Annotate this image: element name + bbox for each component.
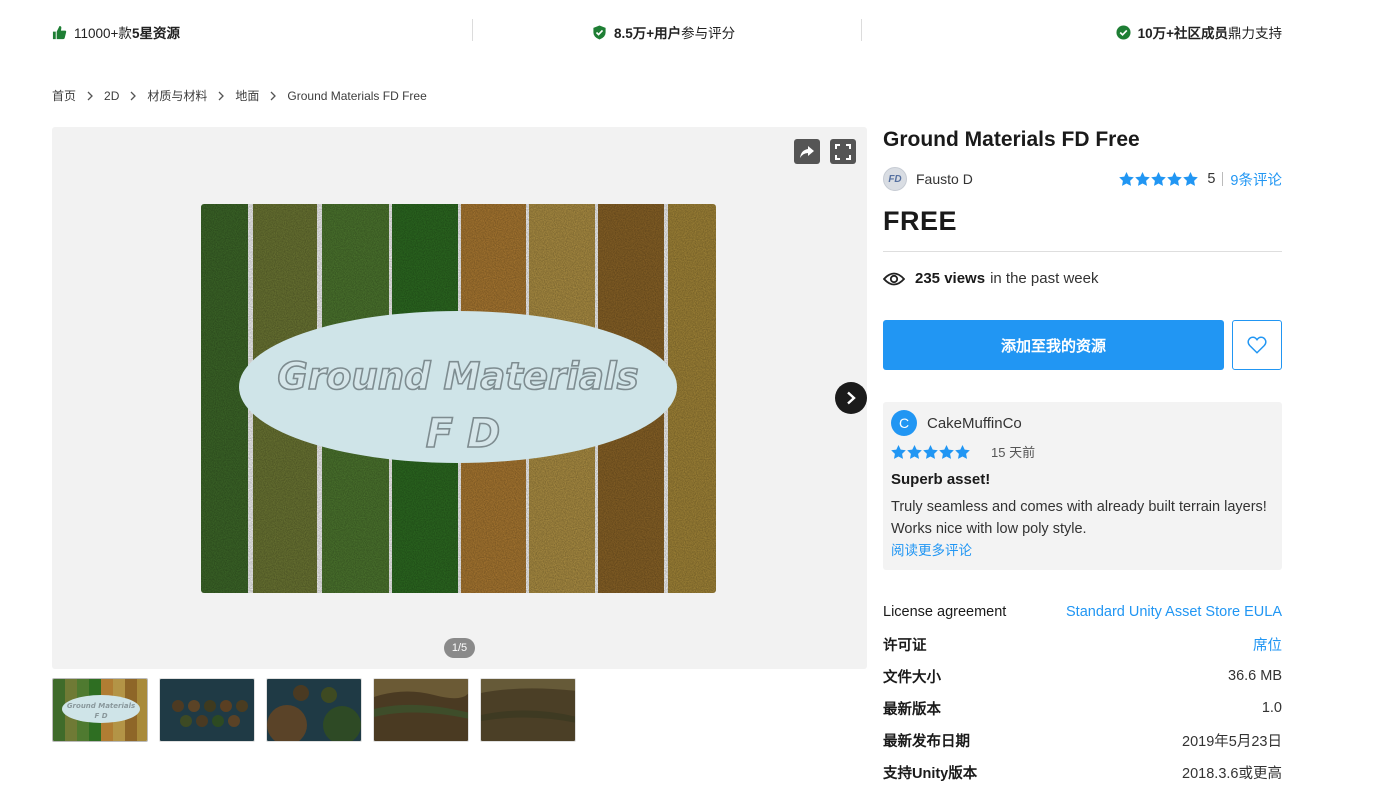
thumbnail-5[interactable]	[480, 678, 576, 742]
star-icon	[923, 444, 938, 459]
star-icon	[891, 444, 906, 459]
trust-item-assets: 11000+款 5星资源	[52, 21, 180, 43]
chevron-right-icon	[217, 91, 225, 101]
image-gallery: Ground Materials F D 1/5	[52, 127, 867, 669]
spec-value: 36.6 MB	[1228, 668, 1282, 684]
spec-row-file-size: 文件大小 36.6 MB	[883, 660, 1282, 692]
shield-check-icon	[592, 24, 607, 40]
star-icon	[1183, 172, 1199, 186]
chevron-right-icon	[847, 391, 856, 405]
hero-title-line1: Ground Materials	[277, 355, 638, 398]
thumbnail-2[interactable]	[159, 678, 255, 742]
breadcrumb-home[interactable]: 首页	[52, 87, 76, 104]
breadcrumb-current: Ground Materials FD Free	[287, 88, 427, 103]
spec-key: 最新版本	[883, 701, 941, 718]
publisher-name[interactable]: Fausto D	[916, 171, 973, 187]
license-seat-link[interactable]: 席位	[1253, 634, 1282, 655]
spec-value: 2018.3.6或更高	[1182, 765, 1282, 782]
spec-key: 支持Unity版本	[883, 765, 978, 782]
spec-key: 最新发布日期	[883, 733, 970, 750]
price: FREE	[883, 206, 958, 236]
breadcrumb-2d[interactable]: 2D	[104, 89, 119, 103]
eye-icon	[883, 272, 905, 285]
product-title: Ground Materials FD Free	[883, 128, 1140, 151]
star-icon	[1151, 172, 1167, 186]
spec-key: License agreement	[883, 604, 1007, 620]
star-icon	[907, 444, 922, 459]
thumbnail-1[interactable]: Ground Materials F D	[52, 678, 148, 742]
add-to-my-assets-button[interactable]: 添加至我的资源	[883, 320, 1224, 370]
spec-row-release-date: 最新发布日期 2019年5月23日	[883, 724, 1282, 756]
star-icon	[1119, 172, 1135, 186]
publisher-avatar[interactable]: FD	[883, 167, 907, 191]
publisher-row: FD Fausto D 5 9条评论	[883, 165, 1282, 193]
divider	[883, 251, 1282, 252]
spec-row-unity-version: 支持Unity版本 2018.3.6或更高	[883, 756, 1282, 788]
trust-bar: 11000+款 5星资源 8.5万+用户 参与评分 10万+社区成员 鼎力支持	[52, 0, 1282, 62]
review-body: Truly seamless and comes with already bu…	[891, 499, 1267, 537]
spec-value: 1.0	[1261, 700, 1282, 716]
review-card: C CakeMuffinCo 15 天前 Superb asset! Truly…	[883, 402, 1282, 570]
favorite-button[interactable]	[1232, 320, 1282, 370]
share-icon	[800, 145, 814, 158]
rating: 5 9条评论	[1119, 165, 1282, 193]
reviewer-name: CakeMuffinCo	[927, 414, 1022, 432]
review-title: Superb asset!	[891, 471, 991, 488]
chevron-right-icon	[269, 91, 277, 101]
svg-text:F D: F D	[94, 712, 107, 720]
thumbnail-4[interactable]	[373, 678, 469, 742]
views-suffix: in the past week	[990, 270, 1099, 287]
license-eula-link[interactable]: Standard Unity Asset Store EULA	[1066, 604, 1282, 620]
trust-item-users: 8.5万+用户 参与评分	[592, 21, 735, 43]
svg-text:Ground Materials: Ground Materials	[67, 702, 135, 710]
heart-icon	[1247, 336, 1267, 354]
divider	[861, 19, 862, 41]
views-count: 235 views	[915, 270, 986, 287]
divider	[1222, 172, 1224, 186]
spec-row-latest-version: 最新版本 1.0	[883, 692, 1282, 724]
hero-image: Ground Materials F D	[201, 204, 716, 593]
check-circle-icon	[1116, 24, 1131, 40]
rating-value: 5	[1207, 171, 1216, 187]
spec-row-license-agreement: License agreement Standard Unity Asset S…	[883, 596, 1282, 628]
hero-title-line2: F D	[426, 411, 500, 457]
breadcrumb-ground[interactable]: 地面	[235, 87, 259, 104]
reviews-link[interactable]: 9条评论	[1230, 169, 1282, 190]
thumbnail-strip: Ground Materials F D	[52, 678, 576, 742]
spec-key: 文件大小	[883, 669, 941, 686]
star-icon	[1167, 172, 1183, 186]
chevron-right-icon	[129, 91, 137, 101]
fullscreen-button[interactable]	[830, 139, 856, 164]
review-date: 15 天前	[991, 445, 1036, 460]
breadcrumb-materials[interactable]: 材质与材料	[147, 87, 207, 104]
breadcrumb: 首页 2D 材质与材料 地面 Ground Materials FD Free	[52, 87, 427, 104]
spec-value: 2019年5月23日	[1182, 733, 1282, 750]
review-stars	[891, 444, 970, 459]
chevron-right-icon	[86, 91, 94, 101]
fullscreen-icon	[835, 143, 851, 160]
read-more-reviews-link[interactable]: 阅读更多评论	[891, 539, 1274, 559]
image-pager: 1/5	[444, 638, 475, 658]
thumbs-up-icon	[52, 25, 67, 40]
views-info: 235 views in the past week	[883, 270, 1282, 287]
star-icon	[939, 444, 954, 459]
trust-item-community: 10万+社区成员 鼎力支持	[1116, 21, 1282, 43]
divider	[472, 19, 473, 41]
cta-row: 添加至我的资源	[883, 320, 1282, 370]
spec-row-license: 许可证 席位	[883, 628, 1282, 660]
next-image-button[interactable]	[835, 382, 867, 414]
reviewer-avatar: C	[891, 410, 917, 436]
thumbnail-3[interactable]	[266, 678, 362, 742]
product-panel: Ground Materials FD Free FD Fausto D 5 9…	[883, 125, 1282, 788]
star-icon	[955, 444, 970, 459]
star-icon	[1135, 172, 1151, 186]
spec-key: 许可证	[883, 637, 927, 654]
share-button[interactable]	[794, 139, 820, 164]
rating-stars	[1119, 172, 1199, 186]
spec-table: License agreement Standard Unity Asset S…	[883, 596, 1282, 788]
